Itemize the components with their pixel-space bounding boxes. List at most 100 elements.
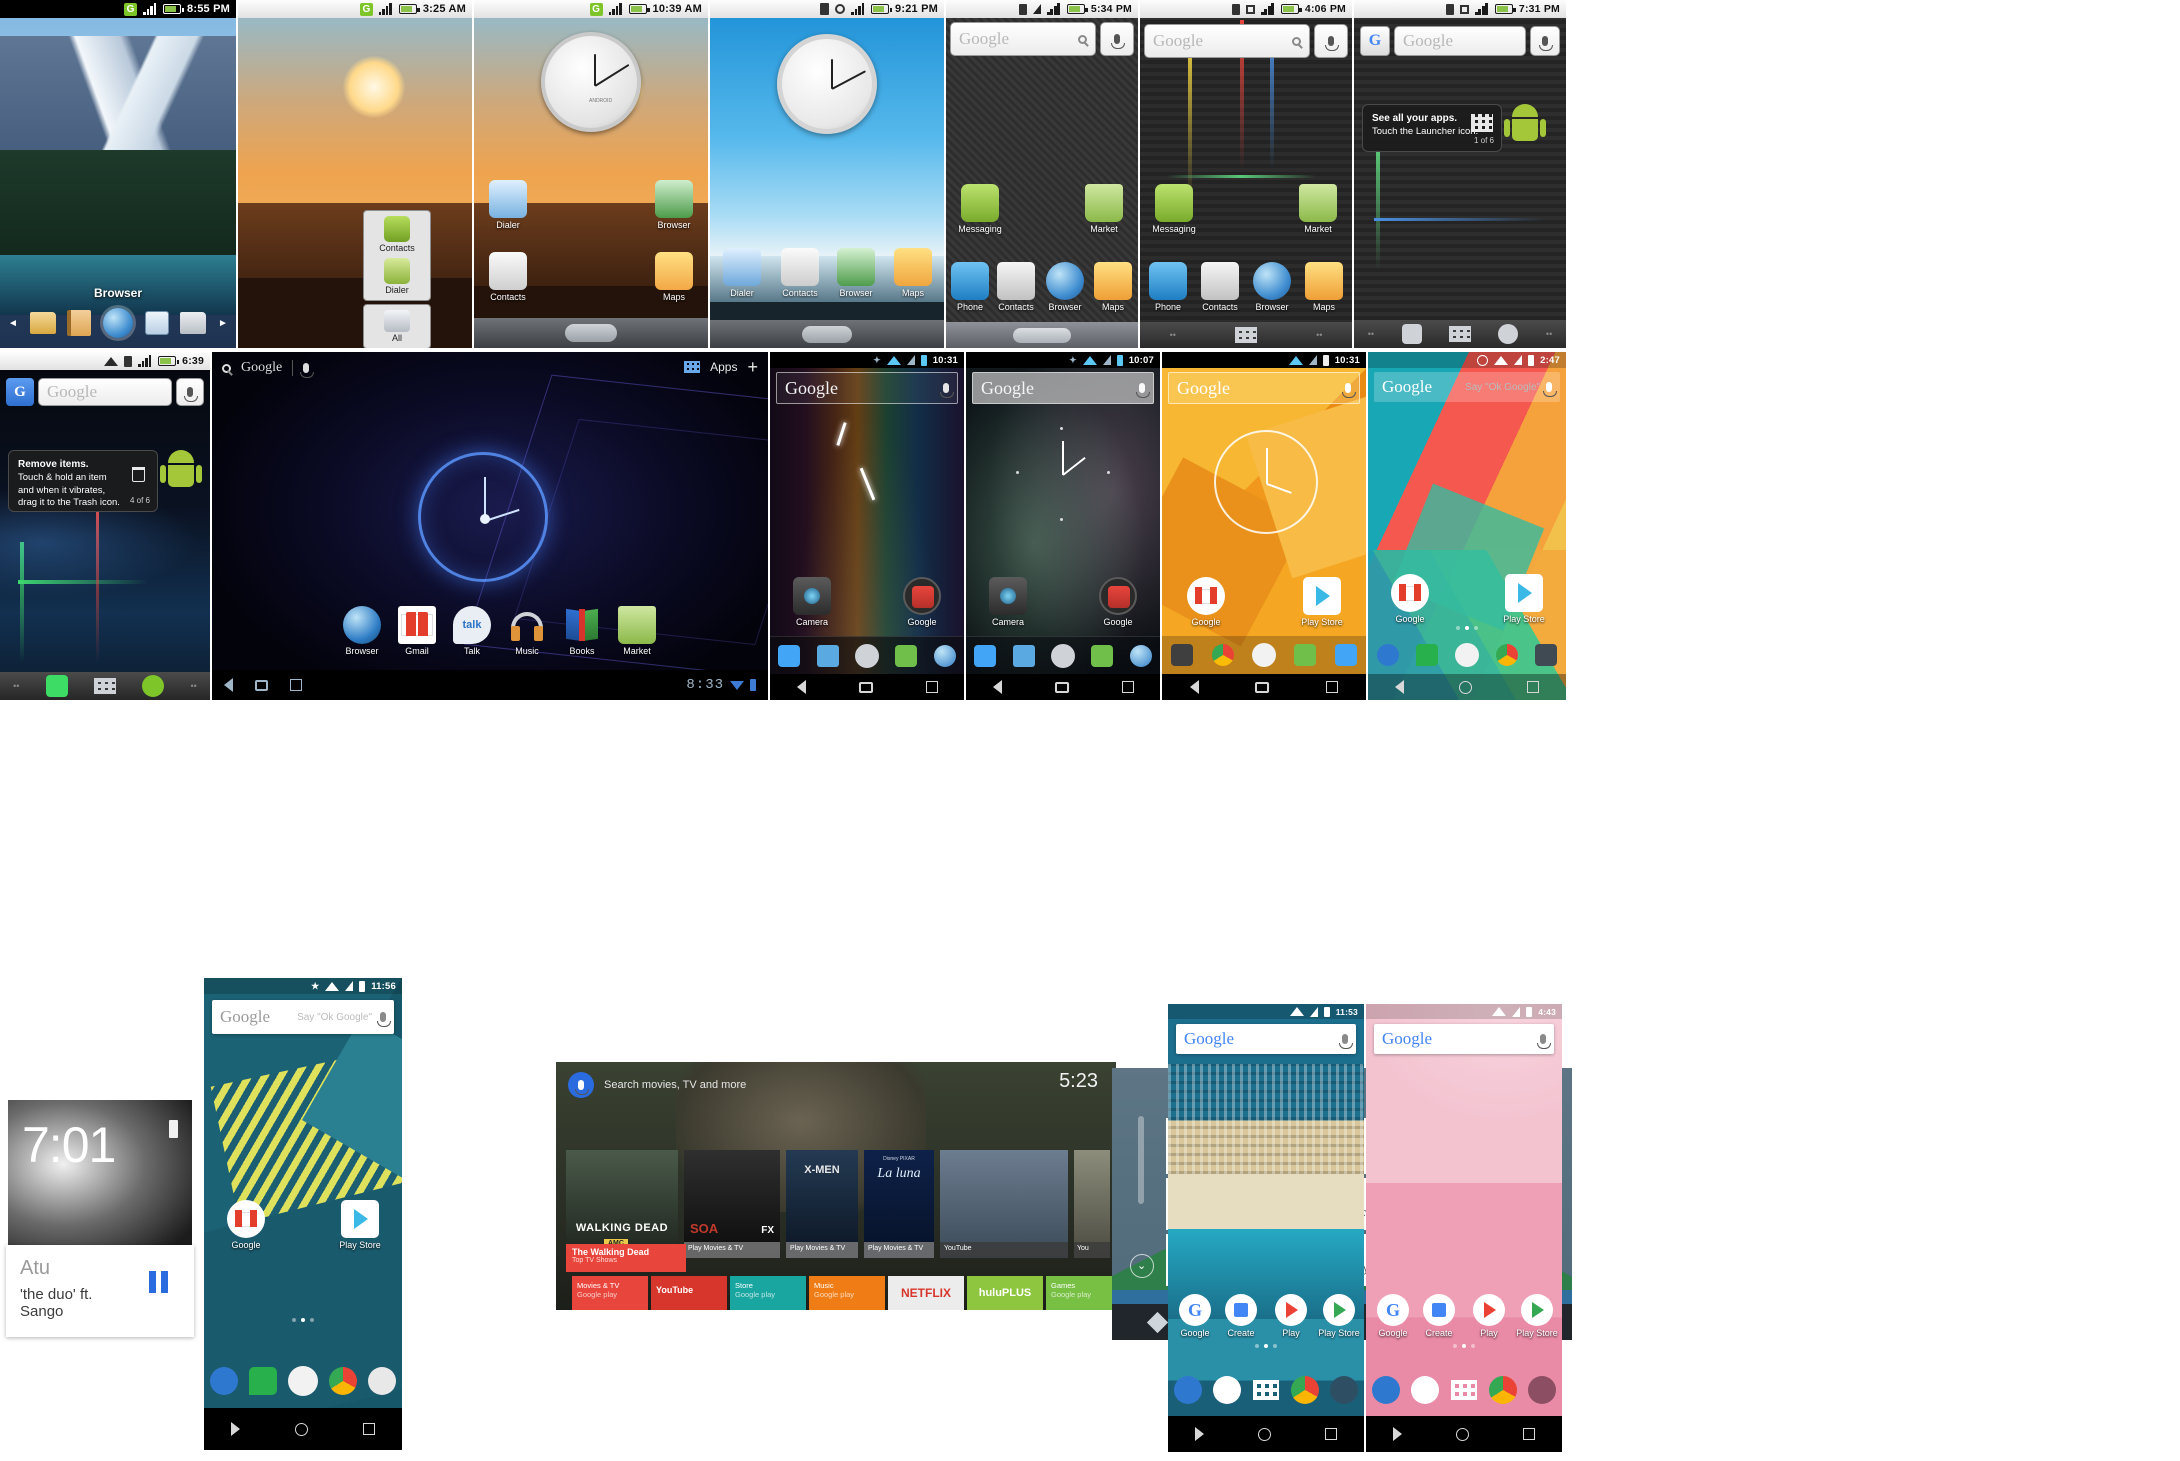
- panel-android-tv[interactable]: Search movies, TV and more 5:23 WALKING …: [556, 1062, 1116, 1310]
- app-browser[interactable]: Browser: [334, 606, 390, 656]
- app-music[interactable]: Music: [499, 606, 555, 656]
- messaging-icon[interactable]: [1213, 1376, 1242, 1404]
- mic-icon[interactable]: [1342, 383, 1356, 398]
- people-icon[interactable]: [1012, 644, 1035, 667]
- apps-grid-icon[interactable]: [684, 361, 701, 373]
- tv-app-tile[interactable]: NETFLIX: [888, 1276, 964, 1310]
- phone-icon[interactable]: [1376, 644, 1399, 666]
- tv-card[interactable]: X-MEN Play Movies & TV: [786, 1150, 858, 1258]
- all-apps-icon[interactable]: [1251, 643, 1276, 667]
- panel-android-7-nougat[interactable]: 4:43 Google G Google Create Play Play St…: [1366, 1004, 1562, 1452]
- dock[interactable]: [1168, 1366, 1364, 1414]
- navigation-bar[interactable]: [1368, 674, 1566, 700]
- google-search-widget[interactable]: Google: [1168, 372, 1360, 404]
- panel-android-1-0[interactable]: G 8:55 PM Browser ◄ ►: [0, 0, 236, 348]
- dock[interactable]: [1366, 1366, 1562, 1414]
- all-apps-icon[interactable]: [1454, 643, 1479, 667]
- panel-android-1-5[interactable]: G 3:25 AM Contacts Dialer All: [238, 0, 472, 348]
- google-search-widget[interactable]: Google: [972, 372, 1154, 404]
- google-search-widget[interactable]: G Google: [1360, 24, 1560, 58]
- mic-icon[interactable]: [1537, 1034, 1551, 1049]
- tv-apps-row[interactable]: Movies & TV Google play YouTube Store Go…: [572, 1276, 1116, 1310]
- dock[interactable]: •• ••: [1354, 320, 1566, 348]
- all-apps-icon[interactable]: [93, 678, 116, 694]
- chrome-icon[interactable]: [1488, 1376, 1517, 1404]
- panel-android-2-1[interactable]: 9:21 PM Dialer Contacts Browser Maps: [710, 0, 944, 348]
- messaging-icon[interactable]: [1091, 644, 1114, 667]
- app-google[interactable]: Google: [1382, 574, 1438, 624]
- globe-icon[interactable]: [102, 308, 133, 338]
- app-browser[interactable]: Browser: [828, 248, 884, 298]
- tv-app-tile[interactable]: Music Google play: [809, 1276, 885, 1310]
- back-icon[interactable]: [1195, 1427, 1204, 1441]
- tv-app-tile[interactable]: YouTube: [651, 1276, 727, 1310]
- clock-widget[interactable]: [1016, 427, 1110, 521]
- app-play-store[interactable]: Play Store: [1294, 577, 1350, 627]
- dock[interactable]: [204, 1356, 402, 1406]
- panel-android-2-3-b[interactable]: 7:31 PM G Google See all your apps. Touc…: [1354, 0, 1566, 348]
- tv-featured-label[interactable]: The Walking Dead Top TV Shows: [566, 1244, 686, 1272]
- panel-android-6-marshmallow[interactable]: 11:53 Google G Google Create Play Play S…: [1168, 1004, 1364, 1452]
- hint-bubble[interactable]: See all your apps. Touch the Launcher ic…: [1362, 104, 1502, 152]
- browser-icon[interactable]: [933, 644, 956, 667]
- back-icon[interactable]: [796, 680, 806, 694]
- tv-app-tile[interactable]: Games Google play: [1046, 1276, 1116, 1310]
- app-contacts[interactable]: Contacts: [772, 248, 828, 298]
- browser-icon[interactable]: [1129, 644, 1152, 667]
- google-search-widget[interactable]: Google: [1144, 24, 1348, 58]
- phone-icon[interactable]: [209, 1367, 238, 1395]
- phone-icon[interactable]: [1371, 1376, 1400, 1404]
- app-play-store[interactable]: Play Store: [332, 1200, 388, 1250]
- recents-icon[interactable]: [1325, 681, 1338, 693]
- app-contacts[interactable]: Contacts: [1194, 262, 1246, 312]
- app-maps[interactable]: Maps: [1298, 262, 1350, 312]
- app-create-folder[interactable]: Create: [1416, 1294, 1462, 1338]
- mic-icon[interactable]: [1543, 382, 1557, 397]
- google-g-icon[interactable]: G: [1360, 26, 1390, 56]
- system-bar[interactable]: 8:33: [212, 670, 768, 700]
- home-icon[interactable]: [1458, 680, 1472, 694]
- navigation-bar[interactable]: [1168, 1416, 1364, 1452]
- tv-card[interactable]: SOA FX Play Movies & TV: [684, 1150, 780, 1258]
- phone-icon[interactable]: [974, 644, 997, 667]
- mic-icon[interactable]: [568, 1072, 594, 1098]
- dock-arrow-left[interactable]: ◄: [8, 318, 18, 329]
- app-market[interactable]: Market: [1290, 184, 1346, 234]
- home-icon[interactable]: [1456, 1427, 1469, 1441]
- google-search-widget[interactable]: G Google: [6, 376, 204, 408]
- panel-android-2-3-a[interactable]: 4:06 PM Google Messaging Market Phone Co…: [1140, 0, 1352, 348]
- dock-item-folder[interactable]: [29, 312, 56, 334]
- back-icon[interactable]: [224, 678, 233, 692]
- phone-icon[interactable]: [1401, 324, 1422, 344]
- clock-widget[interactable]: [418, 452, 548, 582]
- recents-icon[interactable]: [1121, 681, 1134, 693]
- panel-android-4-4-kitkat[interactable]: 2:47 Google Say "Ok Google" Google Play …: [1368, 352, 1566, 700]
- panel-android-4-2-jellybean[interactable]: 10:31 Google Google Play Store: [1162, 352, 1366, 700]
- app-contacts[interactable]: Contacts: [480, 252, 536, 302]
- app-market[interactable]: Market: [1076, 184, 1132, 234]
- tv-card-row[interactable]: WALKING DEAD AMC SOA FX Play Movies & TV…: [566, 1150, 1110, 1258]
- mic-button[interactable]: [176, 378, 204, 406]
- home-icon[interactable]: [1054, 681, 1069, 693]
- search-row[interactable]: Google: [222, 360, 315, 378]
- tv-card[interactable]: YouTube: [940, 1150, 1068, 1258]
- chrome-icon[interactable]: [329, 1367, 358, 1395]
- panel-android-2-2[interactable]: 5:34 PM Google Messaging Market Phone Co…: [946, 0, 1138, 348]
- recents-icon[interactable]: [290, 679, 302, 691]
- recents-icon[interactable]: [1526, 681, 1539, 693]
- mic-icon[interactable]: [1339, 1034, 1353, 1049]
- tv-search-row[interactable]: Search movies, TV and more: [568, 1072, 746, 1098]
- panel-android-2-3-c[interactable]: 6:39 G Google Remove items. Touch & hold…: [0, 352, 210, 700]
- messaging-icon[interactable]: [1294, 644, 1317, 666]
- analog-clock-widget[interactable]: [777, 34, 877, 134]
- home-icon[interactable]: [255, 679, 268, 691]
- panel-android-4-1-jellybean[interactable]: ✦ 10:07 Google Camera Google: [966, 352, 1160, 700]
- phone-icon[interactable]: [1334, 644, 1357, 666]
- hint-bubble[interactable]: Remove items. Touch & hold an item and w…: [8, 450, 158, 512]
- google-search-widget[interactable]: Google: [950, 22, 1134, 56]
- tv-app-tile[interactable]: Store Google play: [730, 1276, 806, 1310]
- search-input[interactable]: Google: [1144, 24, 1310, 58]
- camera-icon[interactable]: [1535, 644, 1558, 666]
- search-input[interactable]: Google: [1394, 26, 1526, 56]
- search-input[interactable]: Google: [950, 22, 1096, 56]
